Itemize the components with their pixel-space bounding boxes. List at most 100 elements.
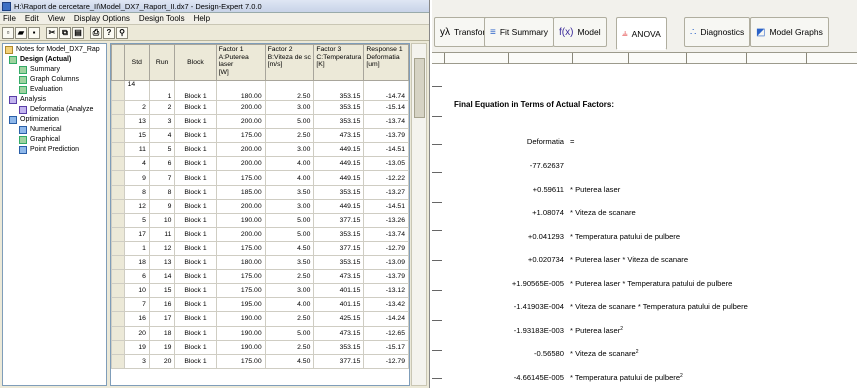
table-row[interactable]: 2 2 Block 1 200.00 3.00 353.15 -15.14 [111,99,409,116]
tab-model-graphs[interactable]: ◩ Model Graphs [750,17,829,47]
table-row[interactable]: 16 17 Block 1 190.00 2.50 425.15 -14.24 [111,311,409,327]
save-icon[interactable]: ▪ [28,26,40,39]
table-cell[interactable]: 377.15 [313,240,365,257]
table-cell[interactable]: 3.50 [264,184,315,200]
table-cell[interactable]: -14.51 [363,198,409,214]
tree-item[interactable]: Graph Columns [5,75,104,85]
menu-help[interactable]: Help [194,14,210,23]
table-cell[interactable]: 190.00 [215,339,266,355]
table-cell[interactable]: 19 [123,339,150,355]
table-cell[interactable]: 185.00 [215,184,266,200]
table-row[interactable]: 18 13 Block 1 180.00 3.50 353.15 -13.09 [111,255,409,271]
scrollbar-thumb[interactable] [414,58,425,118]
table-cell[interactable]: 9 [148,198,176,214]
table-cell[interactable]: 1 [123,240,150,257]
table-cell[interactable]: 8 [148,184,176,200]
table-row[interactable]: 14 1 Block 1 180.00 2.50 353.15 -14.74 [111,80,409,101]
table-cell[interactable]: 2.50 [264,269,315,285]
table-cell[interactable]: 20 [148,353,176,369]
table-cell[interactable]: Block 1 [174,283,217,299]
table-cell[interactable]: 8 [123,184,150,200]
table-cell[interactable]: Block 1 [174,339,217,355]
tree-item[interactable]: Numerical [5,125,104,135]
table-row[interactable]: 5 10 Block 1 190.00 5.00 377.15 -13.26 [111,212,409,228]
row-selector[interactable] [111,114,125,130]
table-cell[interactable]: -13.79 [363,128,409,144]
paste-icon[interactable]: ▤ [72,26,84,39]
col-header-factor2[interactable]: Factor 2 B:Viteza de sc [m/s] [264,44,315,81]
table-cell[interactable]: 19 [148,339,176,355]
col-header-std[interactable]: Std [123,44,150,81]
tab-anova[interactable]: ⫨ ANOVA [616,17,667,50]
row-selector[interactable] [111,142,125,158]
table-cell[interactable]: Block 1 [174,156,217,172]
table-row[interactable]: 1 12 Block 1 175.00 4.50 377.15 -12.79 [111,240,409,257]
row-selector[interactable] [111,128,125,144]
table-cell[interactable]: 180.00 [215,255,266,271]
row-selector[interactable] [111,170,125,186]
table-cell[interactable]: 2 [148,99,176,116]
table-cell[interactable]: 449.15 [313,156,365,172]
table-cell[interactable]: 195.00 [215,297,266,313]
table-cell[interactable]: 17 [123,226,150,242]
row-selector[interactable] [111,353,125,369]
table-cell[interactable]: 7 [123,297,150,313]
tab-diagnostics[interactable]: ∴ Diagnostics [684,17,751,47]
table-row[interactable]: 6 14 Block 1 175.00 2.50 473.15 -13.79 [111,269,409,285]
table-cell[interactable]: 5.00 [264,226,315,242]
table-cell[interactable]: 200.00 [215,114,266,130]
table-cell[interactable]: 175.00 [215,283,266,299]
table-row[interactable]: 3 20 Block 1 175.00 4.50 377.15 -12.79 [111,353,409,369]
table-cell[interactable]: 190.00 [215,311,266,327]
window-titlebar[interactable]: H:\Raport de cercetare_II\Model_DX7_Rapo… [0,0,429,13]
table-cell[interactable]: 353.15 [313,339,365,355]
tree-item[interactable]: Evaluation [5,85,104,95]
menu-view[interactable]: View [48,14,65,23]
table-cell[interactable]: -14.74 [363,80,409,101]
table-cell[interactable]: -14.24 [363,311,409,327]
table-cell[interactable]: 175.00 [215,240,266,257]
menu-edit[interactable]: Edit [25,14,39,23]
col-header-factor3[interactable]: Factor 3 C:Temperatura [K] [313,44,365,81]
row-selector[interactable] [111,184,125,200]
table-cell[interactable]: -13.27 [363,184,409,200]
table-cell[interactable]: 16 [148,297,176,313]
table-cell[interactable]: Block 1 [174,198,217,214]
table-cell[interactable]: 3 [148,114,176,130]
table-cell[interactable]: 473.15 [313,325,365,341]
table-cell[interactable]: -12.22 [363,170,409,186]
tree-item[interactable]: Deformatia (Analyze [5,105,104,115]
table-cell[interactable]: 18 [123,255,150,271]
table-cell[interactable]: 175.00 [215,170,266,186]
table-cell[interactable]: 14 [148,269,176,285]
row-selector[interactable] [111,339,125,355]
table-cell[interactable]: Block 1 [174,212,217,228]
col-header-factor1[interactable]: Factor 1 A:Puterea laser [W] [215,44,266,81]
table-cell[interactable]: -13.05 [363,156,409,172]
table-cell[interactable]: 4.00 [264,156,315,172]
tree-item[interactable]: Point Prediction [5,145,104,155]
table-cell[interactable]: 200.00 [215,198,266,214]
table-cell[interactable]: -13.26 [363,212,409,228]
table-cell[interactable]: 13 [123,114,150,130]
table-row[interactable]: 19 19 Block 1 190.00 2.50 353.15 -15.17 [111,339,409,355]
table-cell[interactable]: 5 [123,212,150,228]
table-cell[interactable]: Block 1 [174,99,217,116]
table-cell[interactable]: 10 [148,212,176,228]
table-cell[interactable]: 353.15 [313,184,365,200]
table-cell[interactable]: 12 [123,198,150,214]
table-row[interactable]: 9 7 Block 1 175.00 4.00 449.15 -12.22 [111,170,409,186]
col-header-run[interactable]: Run [148,44,176,81]
table-cell[interactable]: 18 [148,325,176,341]
table-cell[interactable]: Block 1 [174,240,217,257]
table-cell[interactable]: 190.00 [215,212,266,228]
table-cell[interactable]: Block 1 [174,142,217,158]
table-cell[interactable]: -13.79 [363,269,409,285]
table-cell[interactable]: 4.00 [264,297,315,313]
table-cell[interactable]: 175.00 [215,128,266,144]
col-header-block[interactable]: Block [174,44,217,81]
table-cell[interactable]: -15.17 [363,339,409,355]
table-cell[interactable]: Block 1 [174,325,217,341]
table-cell[interactable]: Block 1 [174,80,217,101]
copy-icon[interactable]: ⧉ [59,26,71,39]
